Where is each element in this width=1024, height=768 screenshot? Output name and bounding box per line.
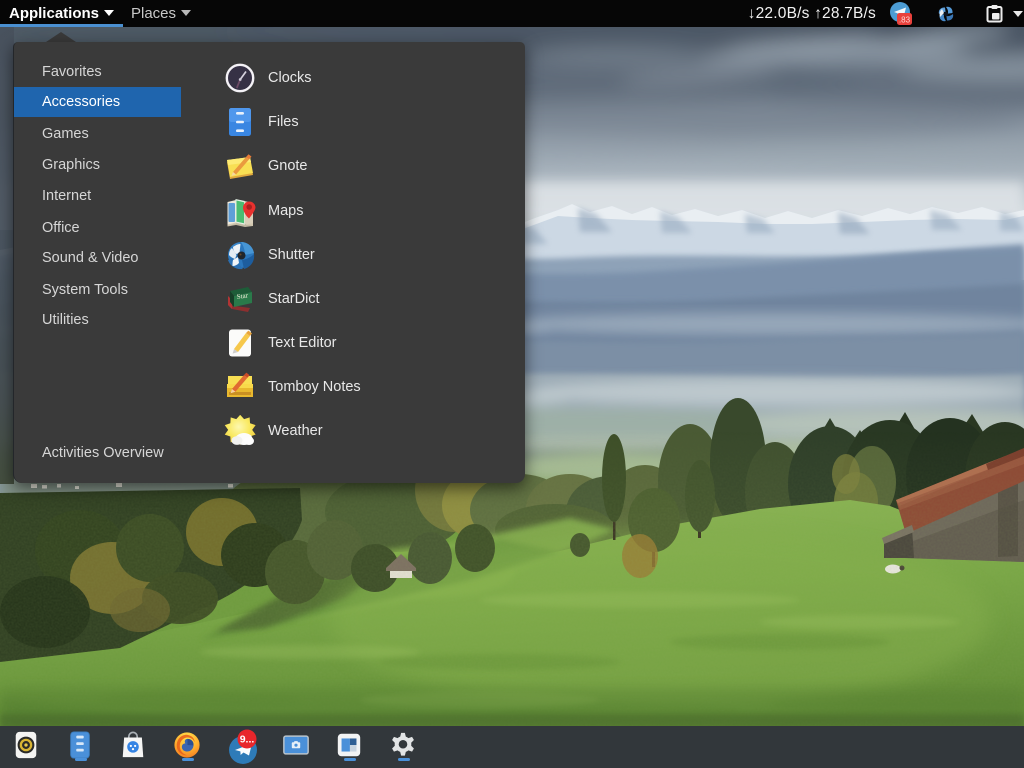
- svg-text:9...: 9...: [240, 734, 255, 746]
- svg-text:.83: .83: [899, 16, 911, 25]
- svg-text:Star: Star: [236, 291, 249, 301]
